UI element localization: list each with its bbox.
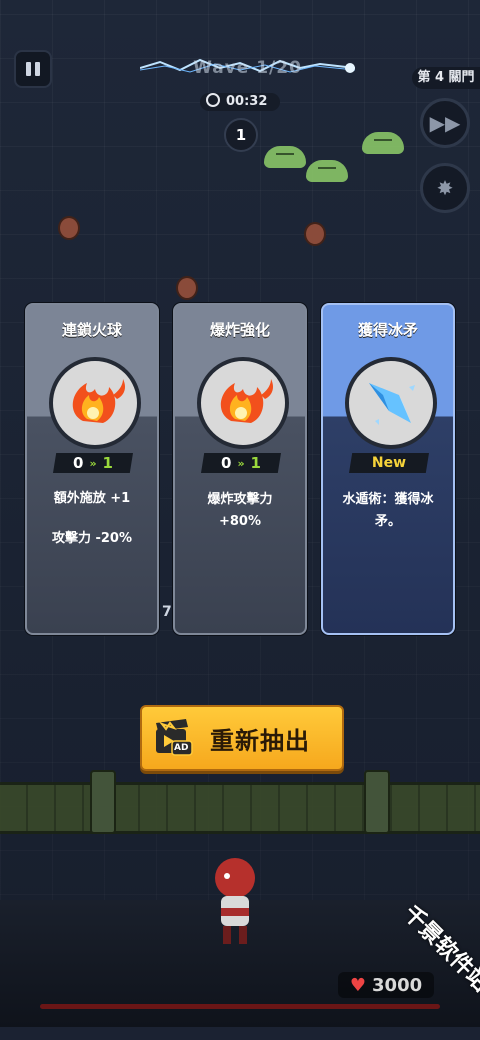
desc-line: 額外施放 +1 [53, 491, 131, 506]
desc-line: +80% [218, 514, 261, 529]
slime-enemy [362, 132, 404, 154]
reroll-button[interactable]: AD 重新抽出 [140, 705, 344, 771]
fireball-icon [197, 357, 289, 449]
new-label: New [371, 455, 407, 471]
special-skill-button[interactable]: ✸ [420, 163, 470, 213]
pause-button[interactable] [14, 50, 52, 88]
card-description: 爆炸攻擊力 +80% [183, 489, 297, 533]
goblin-enemy [58, 216, 80, 240]
card-description: 額外施放 +1 攻擊力 -20% [35, 489, 149, 569]
card-title: 爆炸強化 [209, 321, 270, 339]
level-from: 0 [73, 454, 84, 472]
desc-line: 爆炸攻擊力 [207, 492, 273, 507]
ice-spear-icon [345, 357, 437, 449]
stage-label: 第 4 關門 [412, 67, 480, 89]
video-ad-icon: AD [154, 719, 194, 757]
level-to: 1 [250, 454, 261, 472]
fast-forward-button[interactable]: ▶▶ [420, 98, 470, 148]
wave-text: Wave 1/20 [193, 58, 302, 78]
heart-icon: ♥ [349, 974, 367, 996]
card-description: 水遁術：獲得冰 矛。 [331, 489, 445, 533]
enemy-count-badge: 1 [224, 118, 258, 152]
card-title: 獲得冰矛 [357, 321, 418, 339]
ad-badge: AD [174, 743, 189, 753]
goblin-enemy [176, 276, 198, 300]
desc-line: 矛。 [374, 514, 401, 529]
timer-value: 00:32 [226, 94, 268, 109]
skill-card-explosion-boost[interactable]: 爆炸強化 0 » 1 爆炸攻擊力 +80% [173, 303, 307, 635]
goblin-enemy [304, 222, 326, 246]
health-bar [40, 1004, 440, 1009]
new-badge: New [349, 453, 429, 473]
wave-indicator: Wave 1/20 [140, 58, 355, 80]
pause-icon [26, 62, 31, 76]
fast-forward-icon: ▶▶ [429, 111, 461, 135]
hero-character [205, 850, 265, 950]
fence-post [90, 770, 116, 834]
reroll-label: 重新抽出 [210, 726, 310, 755]
timer: 00:32 [200, 93, 280, 111]
desc-line: 水遁術：獲得冰 [342, 492, 434, 507]
fence-post [364, 770, 390, 834]
clock-icon [206, 93, 220, 107]
skill-card-chain-fireball[interactable]: 連鎖火球 0 » 1 額外施放 +1 攻擊力 -20% [25, 303, 159, 635]
floating-number: 7 [162, 604, 172, 620]
slime-enemy [264, 146, 306, 168]
level-arrow-icon: » [237, 456, 245, 470]
level-indicator: 0 » 1 [201, 453, 281, 473]
level-arrow-icon: » [89, 456, 97, 470]
desc-line: 攻擊力 -20% [51, 531, 133, 546]
slime-enemy [306, 160, 348, 182]
skill-card-ice-spear[interactable]: 獲得冰矛 New 水遁術：獲得冰 矛。 [321, 303, 455, 635]
fence [0, 782, 480, 834]
level-from: 0 [221, 454, 232, 472]
level-indicator: 0 » 1 [53, 453, 133, 473]
card-title: 連鎖火球 [61, 321, 122, 339]
fireball-icon [49, 357, 141, 449]
level-to: 1 [102, 454, 113, 472]
burst-icon: ✸ [436, 176, 454, 200]
